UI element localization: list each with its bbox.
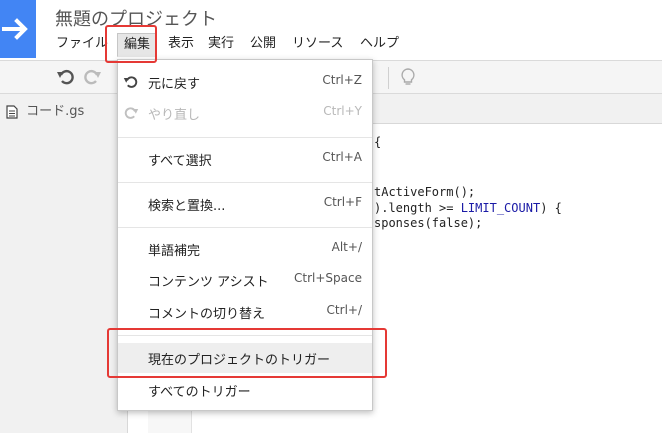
menu-separator [118, 137, 372, 138]
menu-item-label: コンテンツ アシスト [148, 275, 269, 290]
code-text: ).length >= [374, 201, 461, 215]
menu-item-redo[interactable]: やり直し Ctrl+Y [118, 98, 372, 128]
menu-item-content-assist[interactable]: コンテンツ アシスト Ctrl+Space [118, 265, 372, 295]
code-line: sponses(false); [374, 216, 483, 230]
redo-button[interactable] [82, 67, 102, 87]
menu-item-label: 元に戻す [148, 77, 201, 92]
menu-help[interactable]: ヘルプ [354, 33, 405, 57]
lightbulb-icon [401, 68, 415, 85]
menu-item-undo[interactable]: 元に戻す Ctrl+Z [118, 67, 372, 97]
apps-script-logo[interactable] [0, 0, 36, 58]
menu-item-label: やり直し [148, 108, 201, 123]
file-panel: コード.gs [0, 94, 128, 433]
menu-item-word-complete[interactable]: 単語補完 Alt+/ [118, 234, 372, 264]
menu-item-shortcut: Ctrl+F [323, 195, 362, 209]
arrow-right-icon [2, 18, 28, 40]
code-constant: LIMIT_COUNT [460, 201, 541, 215]
edit-menu-dropdown: 元に戻す Ctrl+Z やり直し Ctrl+Y すべて選択 Ctrl+A 検索と… [117, 59, 373, 411]
menu-item-shortcut: Ctrl+/ [326, 303, 362, 317]
menu-edit[interactable]: 編集 [117, 33, 158, 57]
menu-item-select-all[interactable]: すべて選択 Ctrl+A [118, 144, 372, 174]
code-line: { [374, 135, 382, 149]
menu-item-toggle-comment[interactable]: コメントの切り替え Ctrl+/ [118, 297, 372, 327]
file-item-code-gs[interactable]: コード.gs [6, 102, 84, 122]
menu-item-label: 現在のプロジェクトのトリガー [148, 353, 331, 368]
menu-run[interactable]: 実行 [202, 33, 240, 57]
code-text: ) { [540, 201, 562, 215]
menu-item-shortcut: Ctrl+Y [323, 104, 362, 118]
menu-item-shortcut: Ctrl+Space [294, 271, 362, 285]
menu-item-find-replace[interactable]: 検索と置換... Ctrl+F [118, 189, 372, 219]
redo-icon [84, 69, 101, 85]
menu-view[interactable]: 表示 [162, 33, 200, 57]
code-line: ).length >= LIMIT_COUNT) { [374, 201, 562, 215]
toolbar-separator [388, 67, 389, 89]
menu-item-shortcut: Ctrl+A [322, 150, 362, 164]
project-title[interactable]: 無題のプロジェクト [55, 5, 217, 31]
undo-icon [123, 76, 138, 88]
document-icon [6, 104, 18, 119]
menu-item-label: すべて選択 [148, 154, 212, 169]
undo-button[interactable] [56, 67, 76, 87]
file-name: コード.gs [26, 104, 85, 119]
menu-item-shortcut: Ctrl+Z [322, 73, 362, 87]
menu-separator [118, 335, 372, 336]
undo-icon [57, 69, 74, 85]
code-line: tActiveForm(); [374, 185, 476, 199]
menu-item-label: コメントの切り替え [148, 307, 266, 322]
menu-item-shortcut: Alt+/ [331, 240, 362, 254]
menu-file[interactable]: ファイル [50, 33, 114, 57]
menu-item-current-project-triggers[interactable]: 現在のプロジェクトのトリガー [118, 343, 372, 373]
menu-item-all-triggers[interactable]: すべてのトリガー [118, 375, 372, 405]
menu-item-label: すべてのトリガー [148, 385, 251, 400]
header: 無題のプロジェクト ファイル 編集 表示 実行 公開 リソース ヘルプ [0, 0, 662, 60]
redo-icon [124, 107, 139, 119]
menu-item-label: 検索と置換... [148, 199, 226, 214]
menu-item-label: 単語補完 [148, 244, 201, 259]
menu-separator [118, 182, 372, 183]
lightbulb-button[interactable] [398, 67, 418, 87]
menu-publish[interactable]: 公開 [244, 33, 282, 57]
menu-resources[interactable]: リソース [286, 33, 349, 57]
menu-separator [118, 227, 372, 228]
